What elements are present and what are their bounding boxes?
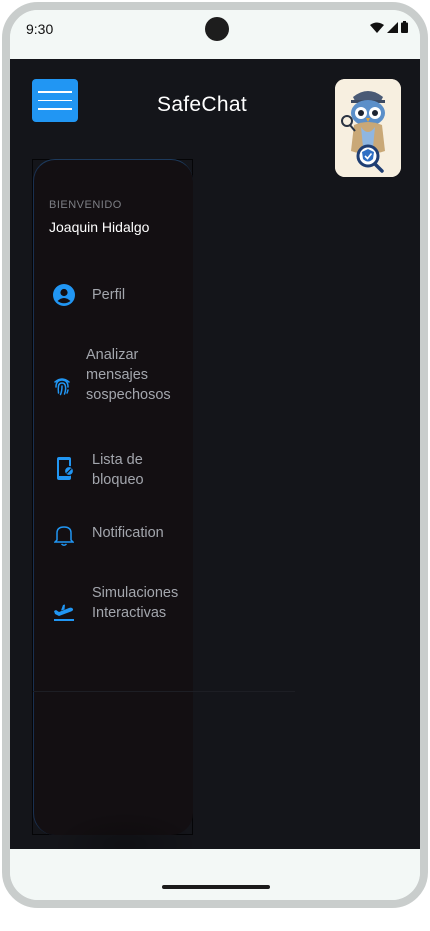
drawer-item-label: Notification [92,525,164,541]
camera-cutout [205,17,229,41]
user-name: Joaquin Hidalgo [49,219,150,235]
drawer-divider [33,691,295,692]
drawer-item-perfil[interactable]: Perfil [34,275,194,315]
account-circle-icon [52,283,76,307]
navigation-drawer: BIENVENIDO Joaquin Hidalgo Perfil Analiz… [33,159,193,835]
phone-block-icon [53,457,77,481]
home-indicator[interactable] [162,885,270,889]
wifi-icon [370,22,384,33]
phone-frame: 9:30 SafeChat BIENVENIDO Joaquin Hidalgo… [2,2,428,908]
signal-icon [387,21,398,33]
drawer-item-analizar[interactable]: Analizar mensajes sospechosos [34,343,194,427]
drawer-item-label: Lista de bloqueo [92,452,144,488]
status-time: 9:30 [26,21,54,37]
drawer-item-simulaciones[interactable]: Simulaciones Interactivas [34,580,194,646]
drawer-item-label: Simulaciones Interactivas [92,585,179,621]
drawer-item-label: Analizar mensajes sospechosos [86,347,171,403]
battery-icon [401,21,408,33]
app-screen: SafeChat BIENVENIDO Joaquin Hidalgo Perf… [10,59,420,849]
drawer-item-notification[interactable]: Notification [34,520,194,550]
drawer-item-label: Perfil [92,287,126,303]
bell-icon [52,523,76,547]
status-bar: 9:30 [10,10,420,59]
flight-takeoff-icon [52,600,76,624]
fingerprint-icon [50,374,74,398]
welcome-label: BIENVENIDO [49,199,122,211]
owl-detective-shield-logo[interactable] [335,79,401,177]
owl-logo-icon [335,79,401,177]
status-icons [370,21,408,33]
system-navigation-bar [10,849,420,900]
drawer-item-lista-bloqueo[interactable]: Lista de bloqueo [34,448,194,492]
